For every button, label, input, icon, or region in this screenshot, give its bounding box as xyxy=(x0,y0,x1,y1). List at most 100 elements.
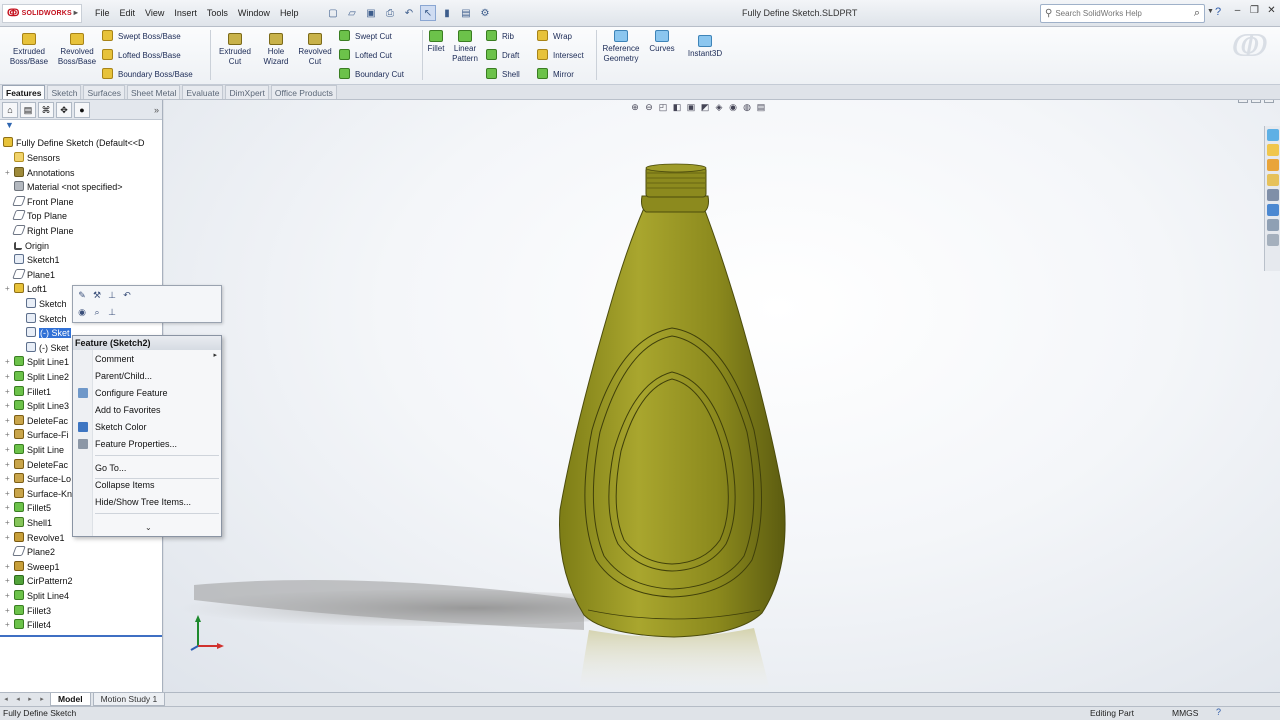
expand-toggle-icon[interactable]: + xyxy=(5,589,10,603)
solidworks-resources-icon[interactable] xyxy=(1267,129,1279,141)
hole-wizard-button[interactable]: Hole Wizard xyxy=(258,33,294,67)
tab-scroll-prev-icon[interactable]: ◂ xyxy=(12,695,24,705)
extruded-cut-button[interactable]: Extruded Cut xyxy=(214,33,256,67)
shell-button[interactable]: Shell xyxy=(486,68,520,82)
reference-geometry-button[interactable]: Reference Geometry xyxy=(598,30,644,64)
menu-help[interactable]: Help xyxy=(275,0,304,27)
menu-item-sketch-color[interactable]: Sketch Color xyxy=(95,419,147,435)
tree-item-loft-sketch-b[interactable]: Sketch xyxy=(26,312,67,326)
options-gear-icon[interactable]: ⚙ xyxy=(477,5,493,21)
status-unit-system[interactable]: MMGS xyxy=(1172,708,1198,718)
tree-item-loft-sketch-2[interactable]: (-) Sket xyxy=(26,326,71,340)
dimxpert-manager-tab-icon[interactable]: ✥ xyxy=(56,101,72,118)
expand-toggle-icon[interactable]: + xyxy=(5,166,10,180)
tab-scroll-first-icon[interactable]: ◂ xyxy=(0,695,12,705)
print-icon[interactable]: ⎙ xyxy=(382,5,398,21)
lofted-cut-button[interactable]: Lofted Cut xyxy=(339,49,392,63)
expand-toggle-icon[interactable]: + xyxy=(5,414,10,428)
view-settings-icon[interactable]: ▤ xyxy=(755,101,767,113)
status-help-icon[interactable]: ? xyxy=(1216,707,1221,717)
tree-item-surface-fill[interactable]: + Surface-Fi xyxy=(5,428,69,442)
tab-sketch[interactable]: Sketch xyxy=(47,85,82,99)
tree-item-material[interactable]: Material <not specified> xyxy=(14,180,123,194)
curves-button[interactable]: Curves xyxy=(646,30,678,54)
filter-icon[interactable]: ▼ xyxy=(0,120,162,130)
tree-item-fillet1[interactable]: + Fillet1 xyxy=(5,385,51,399)
menu-window[interactable]: Window xyxy=(233,0,275,27)
restore-icon[interactable]: ❐ xyxy=(1248,4,1261,17)
file-properties-icon[interactable]: ▤ xyxy=(458,5,474,21)
tree-item-annotations[interactable]: + Annotations xyxy=(5,166,75,180)
tree-item-loft1[interactable]: + Loft1 xyxy=(5,282,47,296)
feature-tree-tab-icon[interactable]: ⌂ xyxy=(2,101,18,118)
normal-to-icon[interactable]: ⊥ xyxy=(106,289,118,301)
swept-cut-button[interactable]: Swept Cut xyxy=(339,30,392,44)
graphics-area[interactable]: ⊕ ⊖ ◰ ◧ ▣ ◩ ◈ ◉ ◍ ▤ xyxy=(164,100,1280,692)
lofted-boss-button[interactable]: Lofted Boss/Base xyxy=(102,49,181,63)
tree-item-sweep1[interactable]: + Sweep1 xyxy=(5,560,60,574)
display-style-icon[interactable]: ◩ xyxy=(699,101,711,113)
help-search-box[interactable]: ⚲ ⌕ xyxy=(1040,4,1205,23)
tree-item-fillet4[interactable]: + Fillet4 xyxy=(5,618,51,632)
expand-toggle-icon[interactable]: + xyxy=(5,618,10,632)
file-explorer-icon[interactable] xyxy=(1267,159,1279,171)
tree-item-split-line1[interactable]: + Split Line1 xyxy=(5,355,69,369)
tree-item-delete-face1[interactable]: + DeleteFac xyxy=(5,414,68,428)
help-icon[interactable]: ? xyxy=(1215,6,1221,18)
expand-toggle-icon[interactable]: + xyxy=(5,370,10,384)
viewport-restore-icon[interactable] xyxy=(1251,100,1261,103)
viewport-minimize-icon[interactable] xyxy=(1238,100,1248,103)
apply-scene-icon[interactable]: ◍ xyxy=(741,101,753,113)
previous-view-icon[interactable]: ◰ xyxy=(657,101,669,113)
tab-dimxpert[interactable]: DimXpert xyxy=(225,85,269,99)
tab-motion-study-1[interactable]: Motion Study 1 xyxy=(92,693,166,706)
section-view-icon[interactable]: ◧ xyxy=(671,101,683,113)
tree-root-part[interactable]: Fully Define Sketch (Default<<D xyxy=(3,136,145,150)
zoom-to-selection-icon[interactable]: ⌕ xyxy=(91,306,103,318)
menu-item-parent-child[interactable]: Parent/Child... xyxy=(95,368,152,384)
property-manager-tab-icon[interactable]: ▤ xyxy=(20,101,36,118)
tree-item-split-line2[interactable]: + Split Line2 xyxy=(5,370,69,384)
menu-item-feature-properties[interactable]: Feature Properties... xyxy=(95,436,177,452)
configuration-manager-tab-icon[interactable]: ⌘ xyxy=(38,101,54,118)
tree-item-split-line[interactable]: + Split Line xyxy=(5,443,64,457)
custom-properties-icon[interactable] xyxy=(1267,219,1279,231)
menu-item-add-to-favorites[interactable]: Add to Favorites xyxy=(95,402,161,418)
menu-item-hide-show-tree-items[interactable]: Hide/Show Tree Items... xyxy=(95,494,191,510)
instant3d-button[interactable]: Instant3D xyxy=(682,35,728,59)
tree-item-surface-loft[interactable]: + Surface-Lo xyxy=(5,472,71,486)
tab-features[interactable]: Features xyxy=(2,85,46,99)
minimize-icon[interactable]: – xyxy=(1231,4,1244,17)
select-pointer-icon[interactable]: ↖ xyxy=(420,5,436,21)
menu-view[interactable]: View xyxy=(140,0,169,27)
expand-toggle-icon[interactable]: + xyxy=(5,443,10,457)
edit-feature-icon[interactable]: ⚒ xyxy=(91,289,103,301)
expand-toggle-icon[interactable]: + xyxy=(5,604,10,618)
boundary-boss-button[interactable]: Boundary Boss/Base xyxy=(102,68,193,82)
tree-item-plane1[interactable]: Plane1 xyxy=(12,268,55,282)
search-results-icon[interactable] xyxy=(1267,174,1279,186)
view-orientation-icon[interactable]: ▣ xyxy=(685,101,697,113)
tree-item-front-plane[interactable]: Front Plane xyxy=(12,195,74,209)
tree-item-top-plane[interactable]: Top Plane xyxy=(12,209,67,223)
open-folder-icon[interactable]: ▱ xyxy=(344,5,360,21)
menu-item-collapse-items[interactable]: Collapse Items xyxy=(95,477,155,493)
tree-item-split-line3[interactable]: + Split Line3 xyxy=(5,399,69,413)
menu-expand-chevron-icon[interactable]: ⌄ xyxy=(145,523,152,532)
new-document-icon[interactable]: ▢ xyxy=(325,5,341,21)
expand-toggle-icon[interactable]: + xyxy=(5,399,10,413)
bottle-model[interactable] xyxy=(164,100,1280,692)
edit-appearance-icon[interactable]: ◉ xyxy=(727,101,739,113)
swept-boss-button[interactable]: Swept Boss/Base xyxy=(102,30,181,44)
extruded-boss-button[interactable]: Extruded Boss/Base xyxy=(6,33,52,67)
tree-item-delete-face2[interactable]: + DeleteFac xyxy=(5,458,68,472)
undo-icon[interactable]: ↶ xyxy=(401,5,417,21)
expand-toggle-icon[interactable]: + xyxy=(5,516,10,530)
tree-item-sensors[interactable]: Sensors xyxy=(14,151,60,165)
menu-item-configure-feature[interactable]: Configure Feature xyxy=(95,385,168,401)
task-pane-pin-icon[interactable] xyxy=(1267,234,1279,246)
edit-sketch-icon[interactable]: ✎ xyxy=(76,289,88,301)
tree-item-revolve1[interactable]: + Revolve1 xyxy=(5,531,65,545)
search-dropdown-icon[interactable]: ▼ xyxy=(1207,8,1214,15)
zoom-to-fit-icon[interactable]: ⊕ xyxy=(629,101,641,113)
